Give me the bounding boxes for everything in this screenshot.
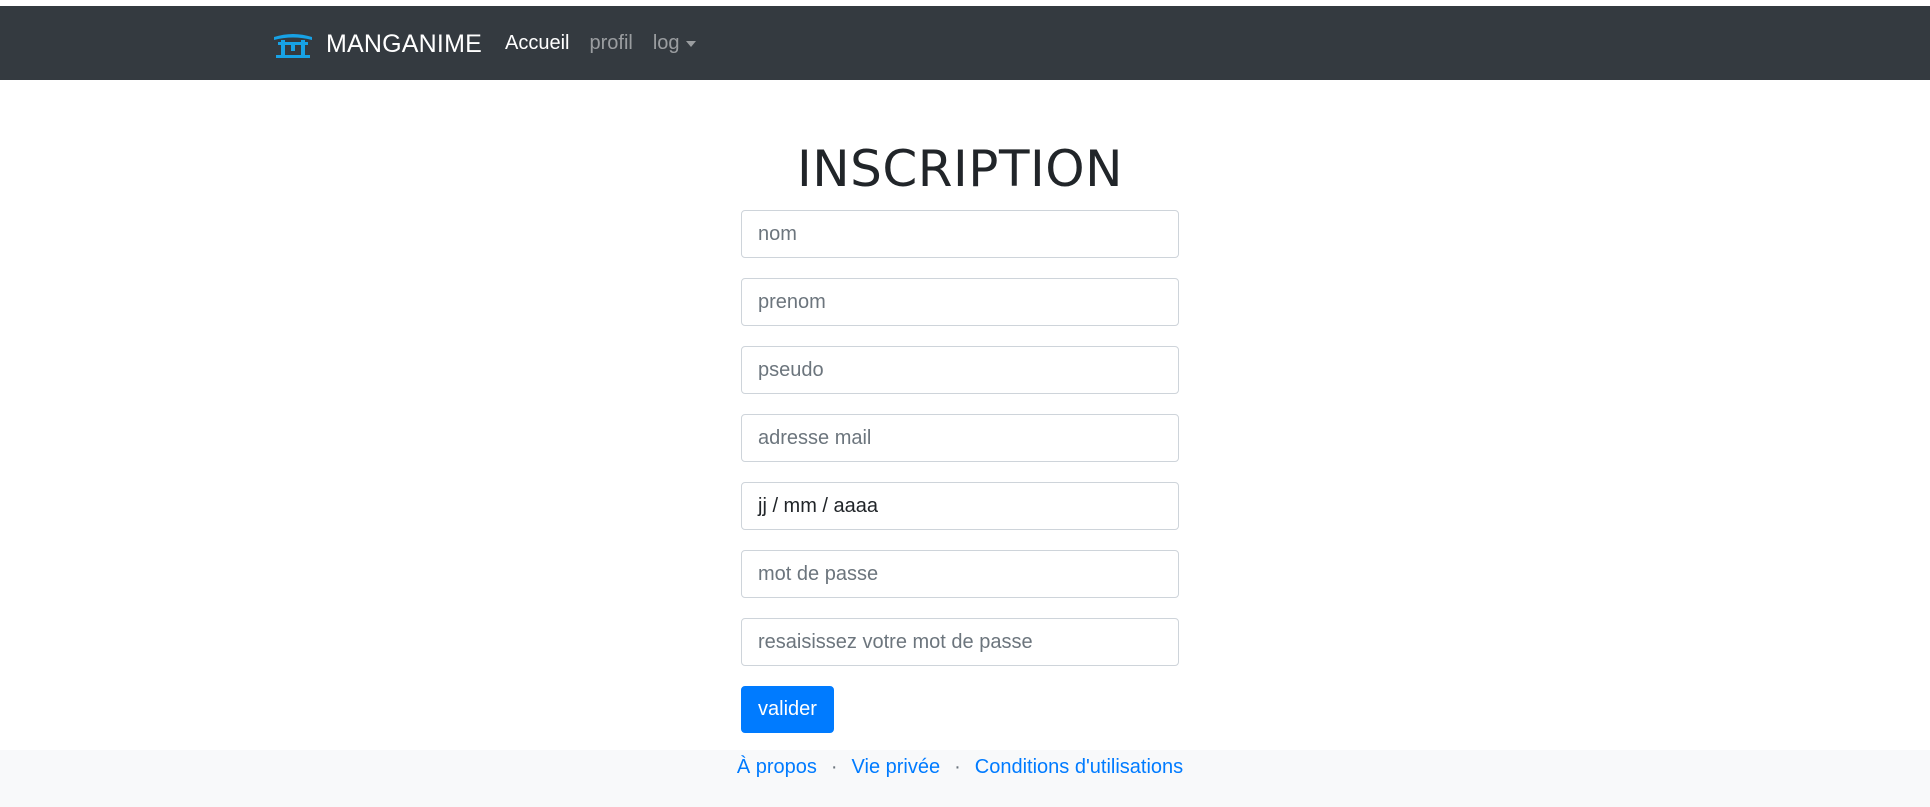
password-input[interactable]	[741, 550, 1179, 598]
navbar: MANGANIME Accueil profil log	[0, 6, 1930, 80]
footer-link-a-propos[interactable]: À propos	[737, 756, 817, 778]
caret-down-icon	[685, 40, 696, 47]
signup-form: jj / mm / aaaa valider	[741, 210, 1179, 733]
footer-links: À propos · Vie privée · Conditions d'utilisa…	[0, 756, 1920, 779]
footer-separator: ·	[954, 756, 961, 778]
footer-separator: ·	[830, 756, 838, 778]
footer-link-vie-privee[interactable]: Vie privée	[852, 756, 941, 778]
email-input[interactable]	[741, 414, 1179, 462]
page: MANGANIME Accueil profil log INSCRIPTION…	[0, 0, 1930, 807]
brand-name: MANGANIME	[326, 29, 482, 58]
pseudo-input[interactable]	[741, 346, 1179, 394]
nav-links: Accueil profil log	[505, 32, 716, 55]
nav-link-log-dropdown[interactable]: log	[653, 32, 696, 55]
page-title: INSCRIPTION	[797, 140, 1123, 198]
birthdate-input[interactable]: jj / mm / aaaa	[741, 482, 1179, 530]
nav-link-accueil[interactable]: Accueil	[505, 32, 569, 55]
top-strip	[0, 0, 1930, 5]
prenom-input[interactable]	[741, 278, 1179, 326]
nom-input[interactable]	[741, 210, 1179, 258]
footer-link-conditions[interactable]: Conditions d'utilisations	[975, 756, 1183, 778]
nav-link-log-label: log	[652, 32, 680, 54]
brand-link[interactable]: MANGANIME	[272, 24, 482, 64]
password-confirm-input[interactable]	[741, 618, 1179, 666]
torii-gate-icon	[272, 29, 314, 59]
footer: À propos · Vie privée · Conditions d'utilisa…	[0, 750, 1930, 807]
birthdate-format-text: jj / mm / aaaa	[758, 494, 879, 517]
valider-button[interactable]: valider	[741, 686, 834, 733]
nav-link-profil[interactable]: profil	[589, 32, 632, 55]
